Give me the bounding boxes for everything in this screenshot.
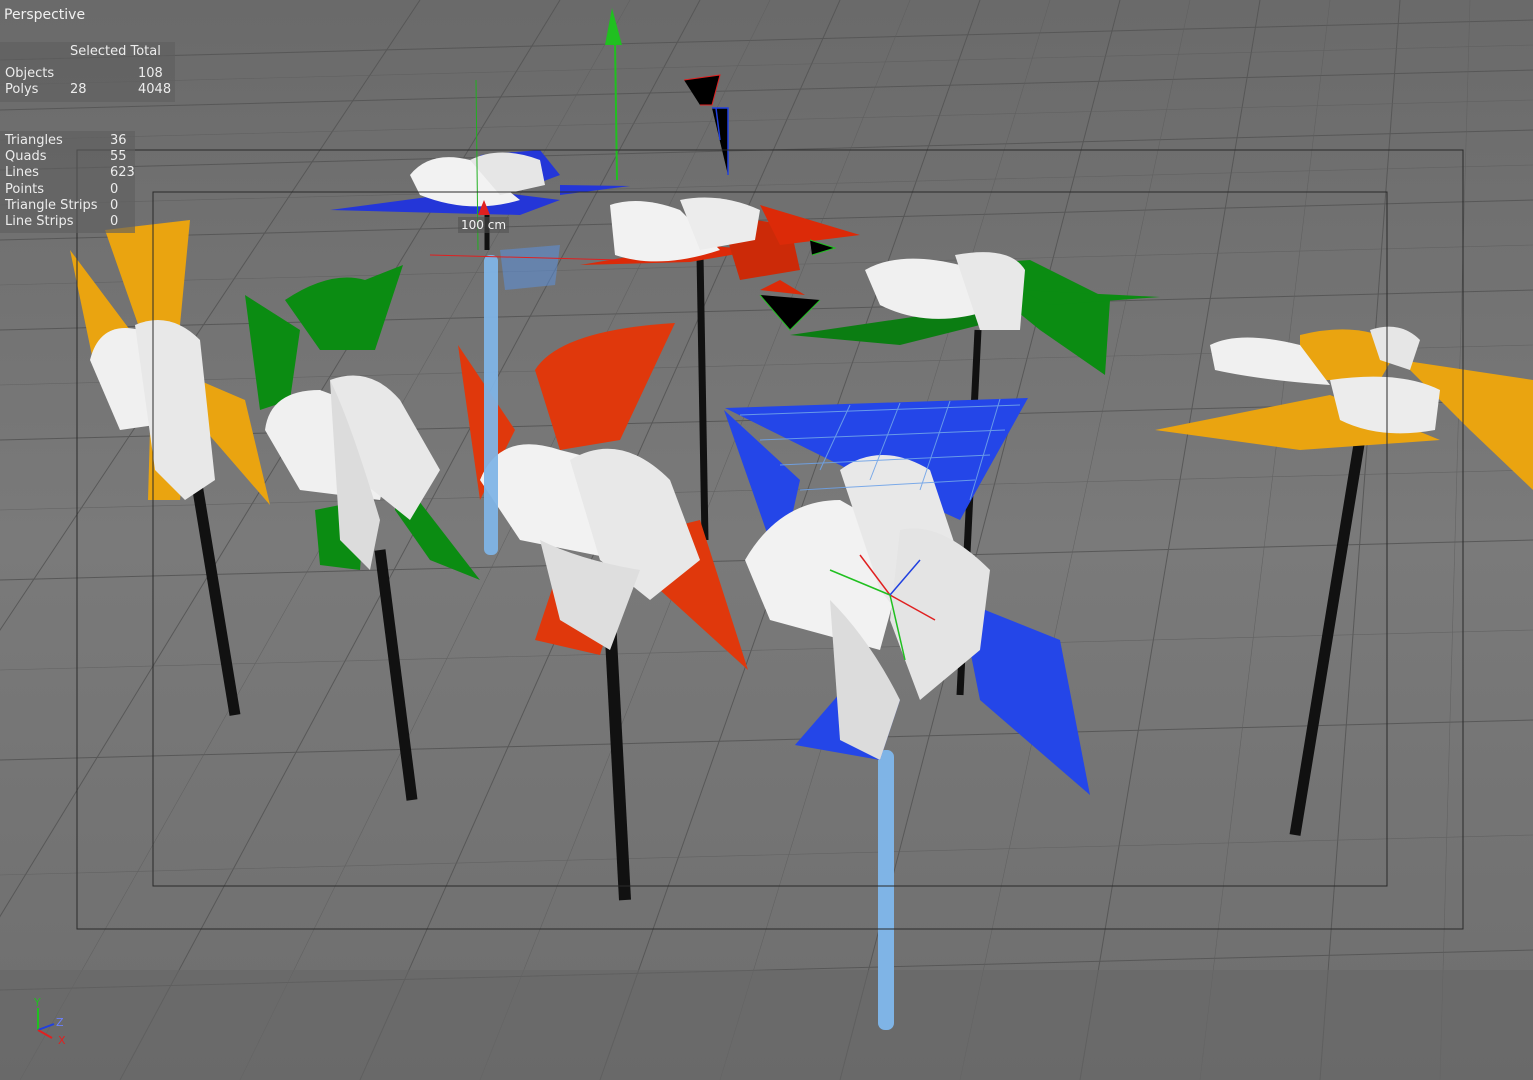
- prim-row-label: Lines: [5, 165, 39, 180]
- axis-x-label: X: [58, 1034, 66, 1047]
- prim-row-line-strips: Line Strips 0: [0, 214, 135, 230]
- prim-row-value: 623: [110, 165, 135, 180]
- prim-row-label: Triangles: [5, 133, 63, 148]
- info-row-selected: 28: [70, 82, 87, 97]
- viewport-view-label[interactable]: Perspective: [4, 7, 85, 23]
- prim-row-triangles: Triangles 36: [0, 133, 135, 149]
- axis-z-label: Z: [56, 1016, 64, 1029]
- prim-row-value: 55: [110, 149, 127, 164]
- prim-row-value: 0: [110, 198, 119, 213]
- prim-row-value: 0: [110, 214, 119, 229]
- info-row-total: 4048: [138, 82, 172, 97]
- prim-row-label: Points: [5, 182, 45, 197]
- prim-row-triangle-strips: Triangle Strips 0: [0, 198, 135, 214]
- viewport-scene[interactable]: [0, 0, 1533, 1080]
- info-row-label: Polys: [5, 82, 39, 97]
- info-row-objects: Objects 108: [0, 66, 175, 82]
- prim-row-label: Triangle Strips: [5, 198, 98, 213]
- info-row-polys: Polys 28 4048: [0, 82, 175, 98]
- prim-row-lines: Lines 623: [0, 165, 135, 181]
- hud-info-primitives: Triangles 36 Quads 55 Lines 623 Points 0…: [0, 131, 135, 233]
- info-row-label: Objects: [5, 66, 55, 81]
- gizmo-scale-label: 100 cm: [458, 217, 510, 233]
- info-total-header: Selected Total: [70, 44, 161, 59]
- prim-row-label: Line Strips: [5, 214, 74, 229]
- 3d-viewport[interactable]: Perspective Selected Total Objects 108 P…: [0, 0, 1533, 1080]
- axis-y-label: Y: [33, 996, 41, 1009]
- world-axis-gizmo: Y Z X: [33, 996, 66, 1047]
- prim-row-label: Quads: [5, 149, 47, 164]
- prim-row-points: Points 0: [0, 182, 135, 198]
- prim-row-quads: Quads 55: [0, 149, 135, 165]
- prim-row-value: 36: [110, 133, 127, 148]
- prim-row-value: 0: [110, 182, 119, 197]
- info-row-total: 108: [138, 66, 163, 81]
- hud-info-total: Selected Total Objects 108 Polys 28 4048: [0, 42, 175, 102]
